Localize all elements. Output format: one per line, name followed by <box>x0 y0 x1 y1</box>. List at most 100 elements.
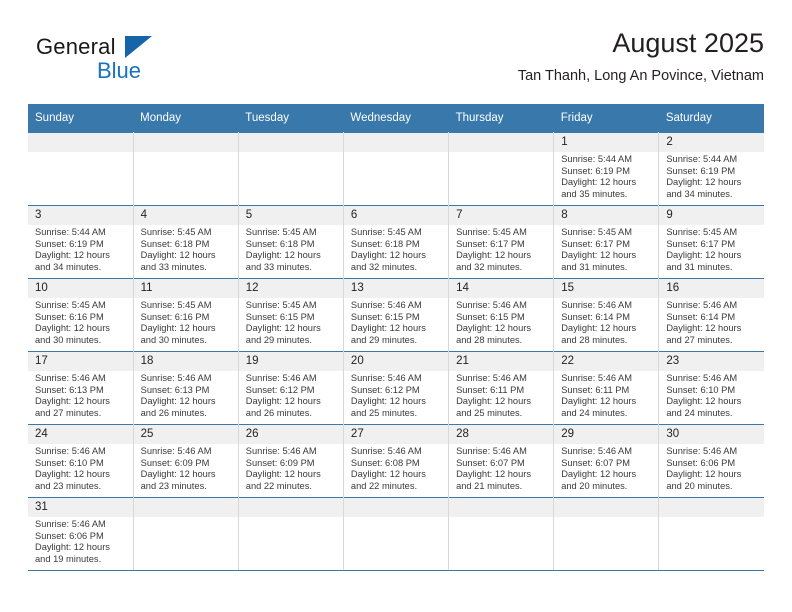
calendar-day-cell[interactable]: 4 Sunrise: 5:45 AM Sunset: 6:18 PM Daylight… <box>133 205 239 279</box>
sunrise-text: Sunrise: 5:46 AM <box>140 446 212 456</box>
daylight-text-cont: and 30 minutes. <box>140 334 207 345</box>
day-details: Sunrise: 5:46 AM Sunset: 6:12 PM Daylight:… <box>344 371 448 419</box>
calendar-day-cell[interactable]: 16 Sunrise: 5:46 AM Sunset: 6:14 PM Dayligh… <box>658 278 764 352</box>
calendar-day-cell[interactable]: 21 Sunrise: 5:46 AM Sunset: 6:11 PM Dayligh… <box>448 351 555 425</box>
day-number <box>238 498 343 517</box>
day-number: 1 <box>554 133 659 152</box>
sunset-text: Sunset: 6:17 PM <box>561 238 630 249</box>
calendar-day-cell[interactable]: 11 Sunrise: 5:45 AM Sunset: 6:16 PM Dayligh… <box>133 278 239 352</box>
daylight-text: Daylight: 12 hours <box>350 250 426 261</box>
calendar-day-cell[interactable]: 7 Sunrise: 5:45 AM Sunset: 6:17 PM Daylight… <box>448 205 555 279</box>
weekday-header-saturday: Saturday <box>658 104 764 133</box>
calendar-empty-cell <box>238 497 344 571</box>
sunset-text: Sunset: 6:12 PM <box>350 384 420 395</box>
day-number <box>343 133 449 152</box>
sunrise-text: Sunrise: 5:46 AM <box>561 373 633 383</box>
day-details: Sunrise: 5:44 AM Sunset: 6:19 PM Daylight:… <box>554 152 658 200</box>
day-details: Sunrise: 5:45 AM Sunset: 6:16 PM Daylight:… <box>28 298 133 346</box>
day-details: Sunrise: 5:46 AM Sunset: 6:06 PM Daylight:… <box>659 444 764 492</box>
sunrise-text: Sunrise: 5:44 AM <box>561 154 633 164</box>
logo-triangle-icon <box>125 36 152 58</box>
sunset-text: Sunset: 6:15 PM <box>350 311 420 322</box>
day-details <box>449 152 553 154</box>
calendar-day-cell[interactable]: 22 Sunrise: 5:46 AM Sunset: 6:11 PM Dayligh… <box>553 351 660 425</box>
daylight-text: Daylight: 12 hours <box>140 396 216 407</box>
day-number: 30 <box>659 425 764 444</box>
calendar-day-cell[interactable]: 28 Sunrise: 5:46 AM Sunset: 6:07 PM Dayligh… <box>448 424 555 498</box>
calendar-day-cell[interactable]: 23 Sunrise: 5:46 AM Sunset: 6:10 PM Dayligh… <box>658 351 764 425</box>
calendar-day-cell[interactable]: 29 Sunrise: 5:46 AM Sunset: 6:07 PM Dayligh… <box>553 424 660 498</box>
day-details: Sunrise: 5:46 AM Sunset: 6:13 PM Daylight:… <box>28 371 133 419</box>
day-details: Sunrise: 5:46 AM Sunset: 6:07 PM Daylight:… <box>449 444 553 492</box>
sunset-text: Sunset: 6:14 PM <box>561 311 630 322</box>
sunset-text: Sunset: 6:06 PM <box>666 457 736 468</box>
calendar-day-cell[interactable]: 20 Sunrise: 5:46 AM Sunset: 6:12 PM Dayligh… <box>343 351 450 425</box>
calendar-day-cell[interactable]: 8 Sunrise: 5:45 AM Sunset: 6:17 PM Daylight… <box>553 205 660 279</box>
calendar-day-cell[interactable]: 10 Sunrise: 5:45 AM Sunset: 6:16 PM Dayligh… <box>28 278 134 352</box>
sunset-text: Sunset: 6:09 PM <box>245 457 315 468</box>
sunset-text: Sunset: 6:17 PM <box>456 238 525 249</box>
calendar-empty-cell <box>658 497 764 571</box>
calendar-day-cell[interactable]: 18 Sunrise: 5:46 AM Sunset: 6:13 PM Dayligh… <box>133 351 239 425</box>
calendar-day-cell[interactable]: 30 Sunrise: 5:46 AM Sunset: 6:06 PM Dayligh… <box>658 424 764 498</box>
title-block: August 2025 Tan Thanh, Long An Povince, … <box>518 26 764 86</box>
calendar-week-row: 3 Sunrise: 5:44 AM Sunset: 6:19 PM Daylight… <box>28 205 764 279</box>
day-number: 25 <box>133 425 238 444</box>
day-number <box>659 498 764 517</box>
calendar-day-cell[interactable]: 13 Sunrise: 5:46 AM Sunset: 6:15 PM Dayligh… <box>343 278 450 352</box>
calendar-day-cell[interactable]: 26 Sunrise: 5:46 AM Sunset: 6:09 PM Dayligh… <box>238 424 344 498</box>
calendar-day-cell[interactable]: 19 Sunrise: 5:46 AM Sunset: 6:12 PM Dayligh… <box>238 351 344 425</box>
day-number: 4 <box>133 206 238 225</box>
calendar-day-cell[interactable]: 24 Sunrise: 5:46 AM Sunset: 6:10 PM Dayligh… <box>28 424 134 498</box>
day-details: Sunrise: 5:44 AM Sunset: 6:19 PM Daylight:… <box>28 225 133 273</box>
sunset-text: Sunset: 6:15 PM <box>245 311 315 322</box>
sunrise-text: Sunrise: 5:46 AM <box>456 446 527 456</box>
calendar-day-cell[interactable]: 31 Sunrise: 5:46 AM Sunset: 6:06 PM Dayligh… <box>28 497 134 571</box>
general-blue-logo[interactable]: General Blue <box>36 34 236 90</box>
calendar-day-cell[interactable]: 17 Sunrise: 5:46 AM Sunset: 6:13 PM Dayligh… <box>28 351 134 425</box>
daylight-text: Daylight: 12 hours <box>666 469 742 480</box>
daylight-text-cont: and 26 minutes. <box>245 407 312 418</box>
calendar-day-cell[interactable]: 14 Sunrise: 5:46 AM Sunset: 6:15 PM Dayligh… <box>448 278 555 352</box>
day-number <box>343 498 449 517</box>
calendar-day-cell[interactable]: 9 Sunrise: 5:45 AM Sunset: 6:17 PM Daylight… <box>658 205 764 279</box>
calendar-day-cell[interactable]: 2 Sunrise: 5:44 AM Sunset: 6:19 PM Daylight… <box>658 132 764 206</box>
day-number: 23 <box>659 352 764 371</box>
daylight-text: Daylight: 12 hours <box>245 323 321 334</box>
day-number <box>133 498 238 517</box>
day-details: Sunrise: 5:45 AM Sunset: 6:15 PM Daylight:… <box>239 298 343 346</box>
daylight-text: Daylight: 12 hours <box>456 250 531 261</box>
day-details: Sunrise: 5:46 AM Sunset: 6:10 PM Daylight:… <box>659 371 764 419</box>
day-details: Sunrise: 5:46 AM Sunset: 6:13 PM Daylight:… <box>134 371 238 419</box>
daylight-text-cont: and 34 minutes. <box>666 188 733 199</box>
day-number <box>449 498 554 517</box>
day-details <box>134 152 238 154</box>
calendar-day-cell[interactable]: 15 Sunrise: 5:46 AM Sunset: 6:14 PM Dayligh… <box>553 278 660 352</box>
calendar-day-cell[interactable]: 27 Sunrise: 5:46 AM Sunset: 6:08 PM Dayligh… <box>343 424 450 498</box>
sunrise-text: Sunrise: 5:46 AM <box>350 300 422 310</box>
sunset-text: Sunset: 6:07 PM <box>561 457 630 468</box>
sunset-text: Sunset: 6:10 PM <box>35 457 104 468</box>
sunrise-text: Sunrise: 5:46 AM <box>456 373 527 383</box>
day-number <box>238 133 343 152</box>
calendar-day-cell[interactable]: 5 Sunrise: 5:45 AM Sunset: 6:18 PM Daylight… <box>238 205 344 279</box>
sunset-text: Sunset: 6:08 PM <box>350 457 420 468</box>
calendar-day-cell[interactable]: 25 Sunrise: 5:46 AM Sunset: 6:09 PM Dayligh… <box>133 424 239 498</box>
day-details: Sunrise: 5:46 AM Sunset: 6:09 PM Daylight:… <box>134 444 238 492</box>
sunset-text: Sunset: 6:07 PM <box>456 457 525 468</box>
day-number <box>554 498 659 517</box>
calendar-week-row: 10 Sunrise: 5:45 AM Sunset: 6:16 PM Dayligh… <box>28 278 764 352</box>
sunset-text: Sunset: 6:18 PM <box>350 238 420 249</box>
sunset-text: Sunset: 6:16 PM <box>140 311 210 322</box>
calendar-day-cell[interactable]: 3 Sunrise: 5:44 AM Sunset: 6:19 PM Daylight… <box>28 205 134 279</box>
calendar-day-cell[interactable]: 12 Sunrise: 5:45 AM Sunset: 6:15 PM Dayligh… <box>238 278 344 352</box>
day-details: Sunrise: 5:45 AM Sunset: 6:18 PM Daylight:… <box>344 225 448 273</box>
calendar-week-row: 1 Sunrise: 5:44 AM Sunset: 6:19 PM Daylight… <box>28 132 764 206</box>
day-number: 16 <box>659 279 764 298</box>
calendar-day-cell[interactable]: 1 Sunrise: 5:44 AM Sunset: 6:19 PM Daylight… <box>553 132 660 206</box>
calendar-empty-cell <box>133 132 239 206</box>
calendar-day-cell[interactable]: 6 Sunrise: 5:45 AM Sunset: 6:18 PM Daylight… <box>343 205 450 279</box>
day-number: 9 <box>659 206 764 225</box>
day-number: 26 <box>238 425 343 444</box>
daylight-text-cont: and 29 minutes. <box>350 334 418 345</box>
